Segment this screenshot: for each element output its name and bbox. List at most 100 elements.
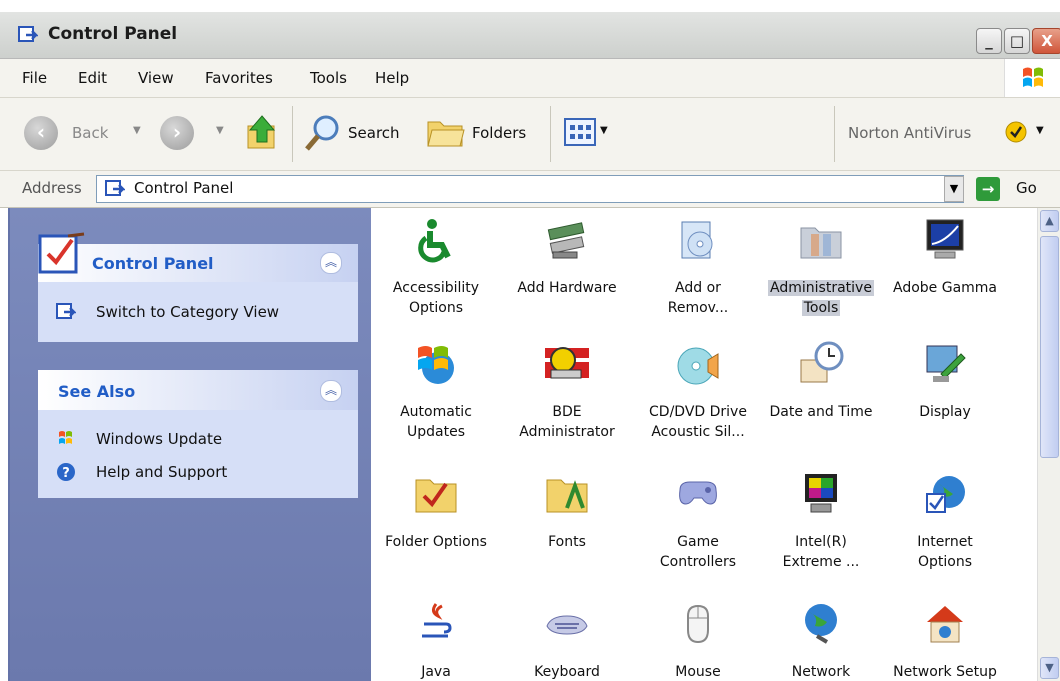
item-automatic-updates[interactable]: Automatic Updates bbox=[374, 332, 498, 454]
item-label: Add or bbox=[675, 280, 721, 296]
back-button[interactable]: ‹ bbox=[24, 116, 58, 150]
folders-icon[interactable] bbox=[426, 114, 466, 150]
menu-file[interactable]: File bbox=[22, 69, 47, 87]
item-label: Updates bbox=[407, 424, 465, 440]
control-panel-icon bbox=[105, 180, 125, 196]
help-icon: ? bbox=[57, 463, 75, 481]
scroll-down-icon[interactable]: ▼ bbox=[1040, 657, 1059, 679]
control-panel-section: Control Panel ︽ Switch to Category View bbox=[38, 232, 358, 342]
collapse-icon[interactable]: ︽ bbox=[320, 252, 342, 274]
item-keyboard[interactable]: Keyboard bbox=[505, 592, 629, 681]
views-icon[interactable] bbox=[564, 118, 598, 148]
item-label: CD/DVD Drive bbox=[649, 404, 747, 420]
vertical-scrollbar[interactable]: ▲ ▼ bbox=[1037, 208, 1060, 681]
globe-icon bbox=[926, 476, 965, 513]
minimize-button[interactable]: _ bbox=[976, 28, 1002, 54]
item-folder-options[interactable]: Folder Options bbox=[374, 462, 498, 584]
address-label: Address bbox=[22, 179, 82, 197]
control-panel-section-header[interactable]: Control Panel ︽ bbox=[38, 244, 358, 282]
item-administrative-tools[interactable]: Administrative Tools bbox=[759, 208, 883, 330]
intel-icon bbox=[805, 474, 837, 513]
item-date-and-time[interactable]: Date and Time bbox=[759, 332, 883, 454]
admin-tools-icon bbox=[800, 227, 842, 259]
item-add-hardware[interactable]: Add Hardware bbox=[505, 208, 629, 330]
norton-antivirus-button[interactable]: Norton AntiVirus bbox=[848, 124, 971, 142]
item-internet-options[interactable]: Internet Options bbox=[883, 462, 1007, 584]
item-add-or-remove-programs[interactable]: Add or Remov... bbox=[636, 208, 760, 330]
address-bar: Address Control Panel ▼ → Go bbox=[0, 171, 1060, 208]
item-label: Remov... bbox=[667, 300, 729, 316]
switch-to-category-view-link[interactable]: Switch to Category View bbox=[96, 303, 279, 321]
close-button[interactable]: X bbox=[1032, 28, 1060, 54]
address-dropdown-icon[interactable]: ▼ bbox=[944, 176, 964, 202]
switch-view-icon bbox=[56, 303, 76, 319]
item-adobe-gamma[interactable]: Adobe Gamma bbox=[883, 208, 1007, 330]
norton-icon[interactable] bbox=[1004, 120, 1028, 144]
go-button[interactable]: Go bbox=[1016, 179, 1037, 197]
item-label: Folder Options bbox=[385, 534, 487, 550]
title-bar[interactable]: Control Panel _ □ X bbox=[0, 12, 1060, 59]
gamepad-icon bbox=[679, 481, 717, 505]
address-value[interactable]: Control Panel bbox=[134, 179, 233, 197]
folders-button[interactable]: Folders bbox=[472, 124, 526, 142]
item-game-controllers[interactable]: Game Controllers bbox=[636, 462, 760, 584]
go-arrow-icon[interactable]: → bbox=[976, 177, 1000, 201]
item-java[interactable]: Java bbox=[374, 592, 498, 681]
monitor-icon bbox=[926, 219, 964, 259]
back-arrow-icon: ‹ bbox=[36, 120, 46, 144]
item-display[interactable]: Display bbox=[883, 332, 1007, 454]
forward-arrow-icon: › bbox=[172, 120, 182, 144]
search-button[interactable]: Search bbox=[348, 124, 400, 142]
add-remove-icon bbox=[681, 221, 713, 259]
scroll-up-icon[interactable]: ▲ bbox=[1040, 210, 1059, 232]
see-also-section: See Also ︽ Windows Update ? Help and Sup… bbox=[38, 370, 358, 498]
minimize-icon: _ bbox=[985, 32, 993, 50]
item-fonts[interactable]: Fonts bbox=[505, 462, 629, 584]
folder-icon bbox=[415, 479, 457, 513]
item-network-setup[interactable]: Network Setup bbox=[883, 592, 1007, 681]
norton-dropdown-icon[interactable]: ▼ bbox=[1036, 125, 1044, 136]
item-intel-extreme-graphics[interactable]: Intel(R) Extreme ... bbox=[759, 462, 883, 584]
menu-bar: File Edit View Favorites Tools Help bbox=[0, 59, 1060, 98]
up-folder-icon[interactable] bbox=[246, 112, 280, 152]
see-also-section-header[interactable]: See Also ︽ bbox=[38, 370, 358, 410]
search-icon[interactable] bbox=[302, 112, 344, 154]
maximize-button[interactable]: □ bbox=[1004, 28, 1030, 54]
back-dropdown-icon[interactable]: ▼ bbox=[133, 125, 141, 136]
scroll-thumb[interactable] bbox=[1040, 236, 1059, 458]
item-cd-dvd-drive-acoustic[interactable]: CD/DVD Drive Acoustic Sil... bbox=[636, 332, 760, 454]
item-label: Fonts bbox=[548, 534, 586, 550]
menu-tools[interactable]: Tools bbox=[310, 69, 347, 87]
back-label[interactable]: Back bbox=[72, 124, 108, 142]
views-dropdown-icon[interactable]: ▼ bbox=[600, 125, 608, 136]
bde-icon bbox=[545, 347, 589, 379]
toolbar-separator bbox=[550, 106, 551, 162]
item-label: Date and Time bbox=[769, 404, 873, 420]
menu-favorites[interactable]: Favorites bbox=[205, 69, 273, 87]
item-label: Network Setup bbox=[893, 664, 997, 680]
item-network[interactable]: Network bbox=[759, 592, 883, 681]
item-label: Intel(R) bbox=[795, 534, 847, 550]
item-label: Administrator bbox=[519, 424, 615, 440]
menu-help[interactable]: Help bbox=[375, 69, 409, 87]
item-bde-administrator[interactable]: BDE Administrator bbox=[505, 332, 629, 454]
see-also-section-body: Windows Update ? Help and Support bbox=[38, 410, 358, 498]
item-label: Automatic bbox=[400, 404, 472, 420]
control-panel-items: Accessibility Options Add Hardware Add or… bbox=[371, 208, 1037, 681]
accessibility-icon bbox=[418, 219, 451, 263]
help-and-support-link[interactable]: Help and Support bbox=[96, 463, 227, 481]
control-panel-section-title: Control Panel bbox=[92, 254, 214, 273]
forward-button[interactable]: › bbox=[160, 116, 194, 150]
item-accessibility-options[interactable]: Accessibility Options bbox=[374, 208, 498, 330]
windows-update-link[interactable]: Windows Update bbox=[96, 430, 222, 448]
collapse-icon[interactable]: ︽ bbox=[320, 380, 342, 402]
menu-edit[interactable]: Edit bbox=[78, 69, 107, 87]
menu-view[interactable]: View bbox=[138, 69, 174, 87]
forward-dropdown-icon[interactable]: ▼ bbox=[216, 125, 224, 136]
see-also-title: See Also bbox=[58, 382, 136, 401]
fonts-icon bbox=[546, 479, 588, 513]
item-label: Network bbox=[791, 664, 851, 680]
item-mouse[interactable]: Mouse bbox=[636, 592, 760, 681]
windows-update-icon bbox=[59, 431, 72, 444]
windows-logo-icon bbox=[1004, 59, 1060, 97]
